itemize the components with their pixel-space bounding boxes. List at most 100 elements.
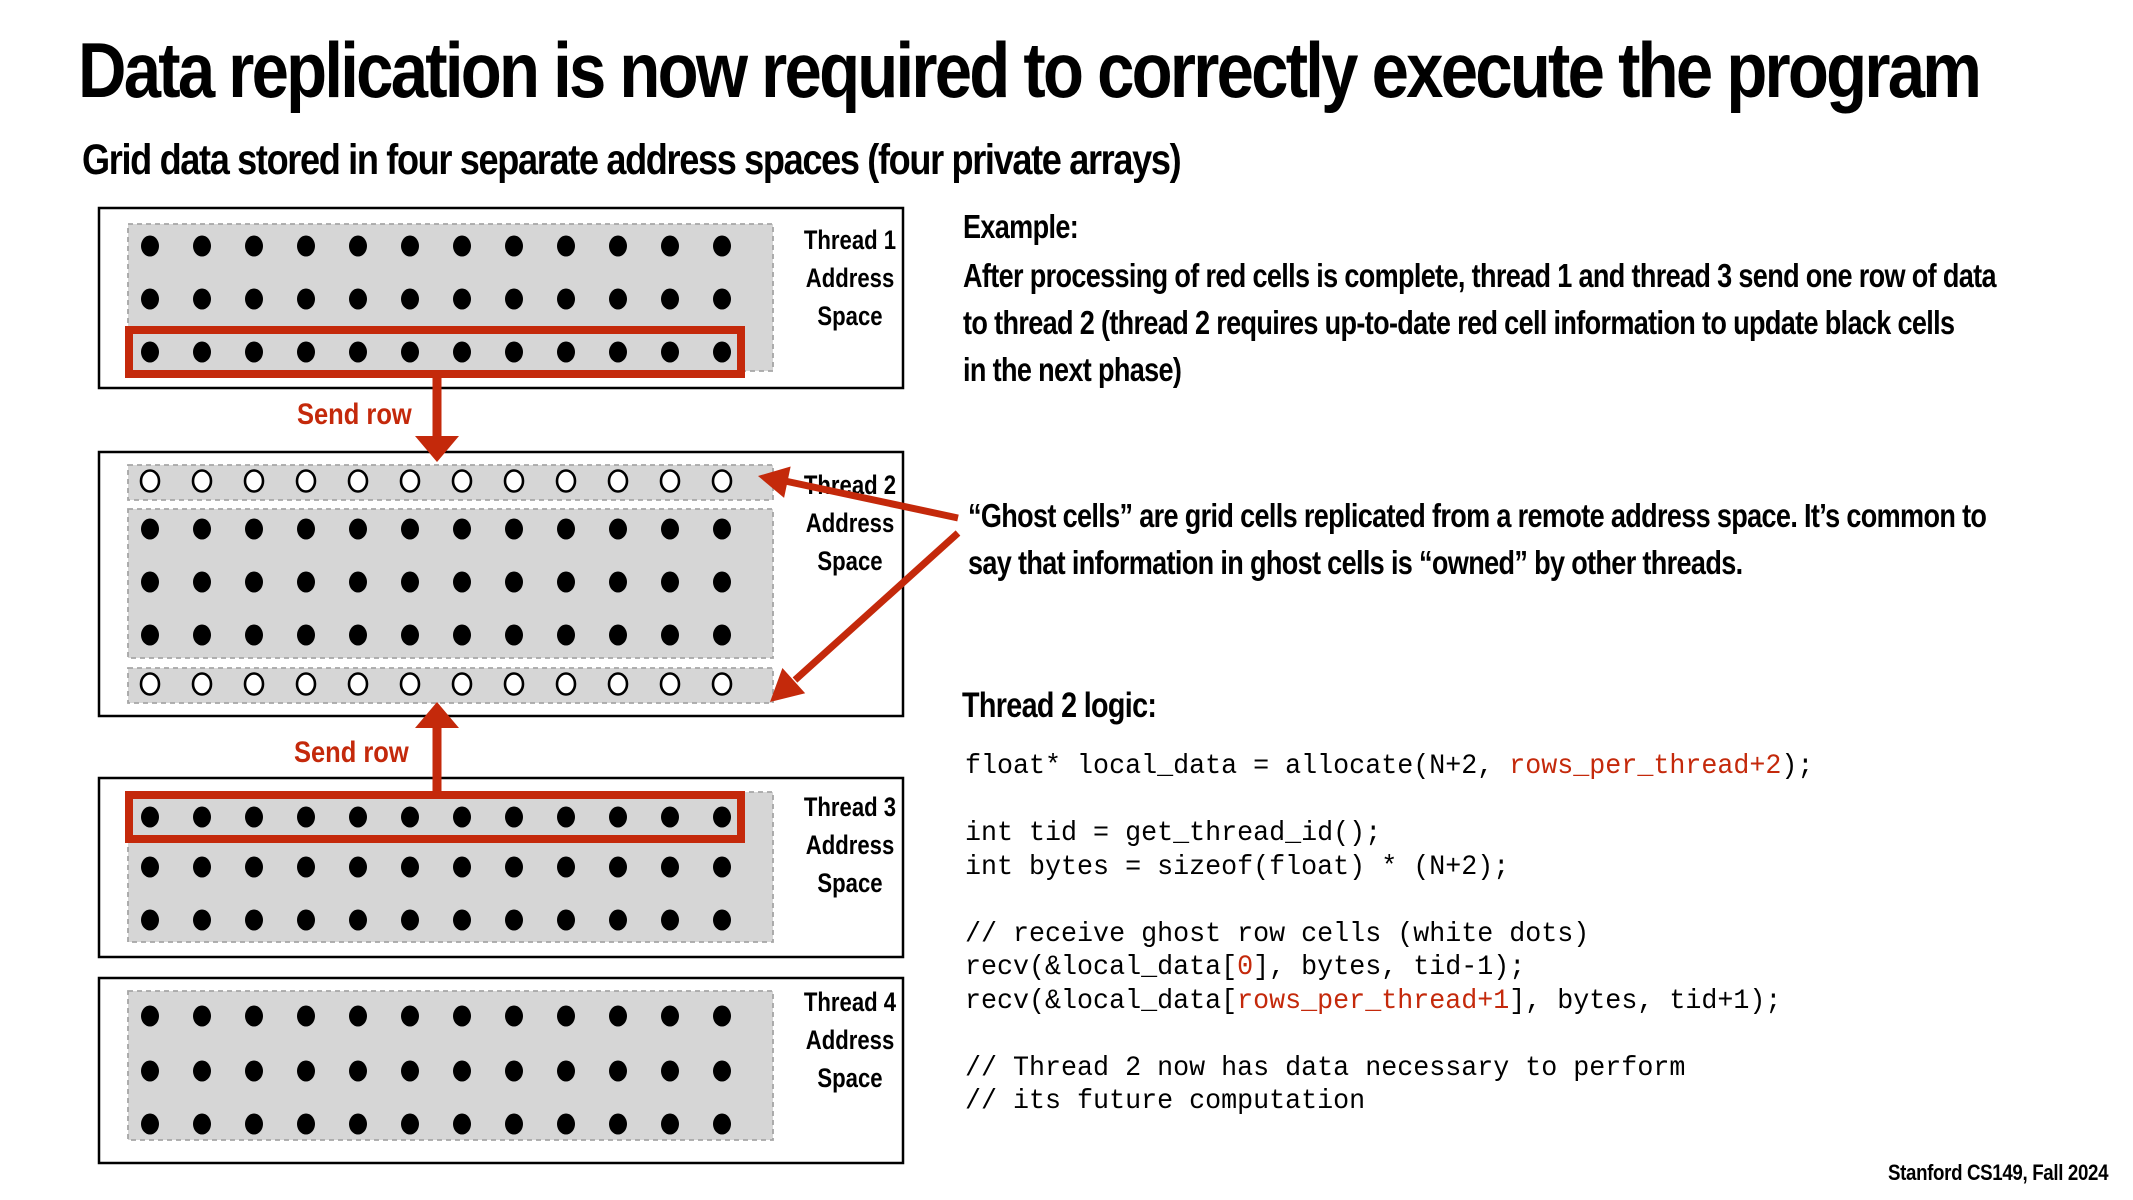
grid-cell xyxy=(609,1005,627,1027)
grid-cell xyxy=(193,235,211,257)
grid-cell xyxy=(609,288,627,310)
grid-cell xyxy=(453,856,471,878)
grid-cell xyxy=(401,235,419,257)
grid-cell xyxy=(453,288,471,310)
ghost-cell xyxy=(243,672,265,696)
thread-label-line: Address xyxy=(806,831,895,861)
thread-label-line: Space xyxy=(817,547,882,577)
grid-cell xyxy=(245,518,263,540)
grid-cell xyxy=(557,1113,575,1135)
grid-cell xyxy=(505,624,523,646)
grid-cell xyxy=(141,909,159,931)
code-highlight: rows_per_thread+2 xyxy=(1509,751,1782,782)
thread-label-line: Thread 3 xyxy=(804,793,896,823)
ghost-cell xyxy=(295,469,317,493)
grid-cell xyxy=(557,806,575,828)
ghost-cell xyxy=(711,672,733,696)
send-row-label: Send row xyxy=(294,735,409,768)
code-line: recv(&local_data[rows_per_thread+1], byt… xyxy=(965,985,1813,1019)
grid-cell xyxy=(609,235,627,257)
grid-cell xyxy=(505,909,523,931)
grid-cell xyxy=(505,571,523,593)
grid-cell xyxy=(297,518,315,540)
grid-cell xyxy=(505,1005,523,1027)
grid-cell xyxy=(245,571,263,593)
grid-cell xyxy=(401,1005,419,1027)
thread-label-line: Space xyxy=(817,302,882,332)
code-text: // its future computation xyxy=(965,1086,1366,1117)
grid-cell xyxy=(557,235,575,257)
code-text: float* local_data = allocate(N+2, xyxy=(965,751,1510,782)
ghost-cell xyxy=(191,672,213,696)
grid-cell xyxy=(453,909,471,931)
grid-cell xyxy=(193,518,211,540)
ghost-cell xyxy=(139,672,161,696)
ghost-cell xyxy=(607,672,629,696)
grid-cell xyxy=(713,806,731,828)
grid-cell xyxy=(297,1005,315,1027)
grid-cell xyxy=(557,518,575,540)
grid-cell xyxy=(505,806,523,828)
grid-cell xyxy=(453,624,471,646)
grid-cell xyxy=(401,1060,419,1082)
grid-cell xyxy=(401,1113,419,1135)
grid-cell xyxy=(349,1113,367,1135)
grid-cell xyxy=(141,1005,159,1027)
code-text: recv(&local_data[ xyxy=(965,985,1238,1017)
grid-cell xyxy=(401,288,419,310)
grid-cell xyxy=(193,341,211,363)
grid-cell xyxy=(505,1060,523,1082)
grid-cell xyxy=(245,1113,263,1135)
grid-cell xyxy=(557,856,575,878)
grid-cell xyxy=(141,341,159,363)
grid-cell xyxy=(661,341,679,363)
grid-cell xyxy=(713,1060,731,1082)
grid-cell xyxy=(349,909,367,931)
code-text: int bytes = sizeof(float) * (N+2); xyxy=(965,851,1510,883)
grid-cell xyxy=(245,288,263,310)
grid-cell xyxy=(193,288,211,310)
grid-cell xyxy=(401,518,419,540)
ghost-cell xyxy=(503,672,525,696)
grid-cell xyxy=(609,1113,627,1135)
grid-cell xyxy=(193,624,211,646)
course-footer: Stanford CS149, Fall 2024 xyxy=(1888,1160,2109,1185)
grid-cell xyxy=(193,909,211,931)
code-highlight: rows_per_thread+1 xyxy=(1237,985,1510,1017)
grid-cell xyxy=(193,806,211,828)
ghost-cell xyxy=(555,672,577,696)
grid-cell xyxy=(349,1005,367,1027)
grid-cell xyxy=(661,235,679,257)
grid-cell xyxy=(661,806,679,828)
grid-cell xyxy=(453,518,471,540)
ghost-cell xyxy=(243,469,265,493)
grid-cell xyxy=(713,856,731,878)
grid-cell xyxy=(505,341,523,363)
grid-cell xyxy=(609,571,627,593)
grid-cell xyxy=(661,909,679,931)
ghost-note-line: “Ghost cells” are grid cells replicated … xyxy=(968,497,1987,534)
grid-cell xyxy=(661,1060,679,1082)
grid-cell xyxy=(245,806,263,828)
grid-cell xyxy=(401,624,419,646)
grid-cell xyxy=(297,624,315,646)
grid-cell xyxy=(141,856,159,878)
example-heading: Example: xyxy=(963,208,1079,245)
code-text: recv(&local_data[ xyxy=(965,952,1238,983)
grid-cell xyxy=(401,856,419,878)
grid-cell xyxy=(245,1005,263,1027)
grid-cell xyxy=(713,624,731,646)
ghost-cell xyxy=(347,469,369,493)
ghost-note-line: say that information in ghost cells is “… xyxy=(968,544,1743,581)
ghost-cell xyxy=(399,469,421,493)
grid-cell xyxy=(297,235,315,257)
grid-cell xyxy=(453,571,471,593)
thread-4-address-space: Thread 4 Address Space xyxy=(97,976,905,1165)
code-line: // receive ghost row cells (white dots) xyxy=(965,918,1813,952)
grid-cell xyxy=(141,1060,159,1082)
grid-cell xyxy=(557,1005,575,1027)
grid-cell xyxy=(297,571,315,593)
grid-cell xyxy=(297,1060,315,1082)
code-text: ], bytes, tid-1); xyxy=(1253,952,1526,983)
code-line: // Thread 2 now has data necessary to pe… xyxy=(965,1052,1813,1086)
